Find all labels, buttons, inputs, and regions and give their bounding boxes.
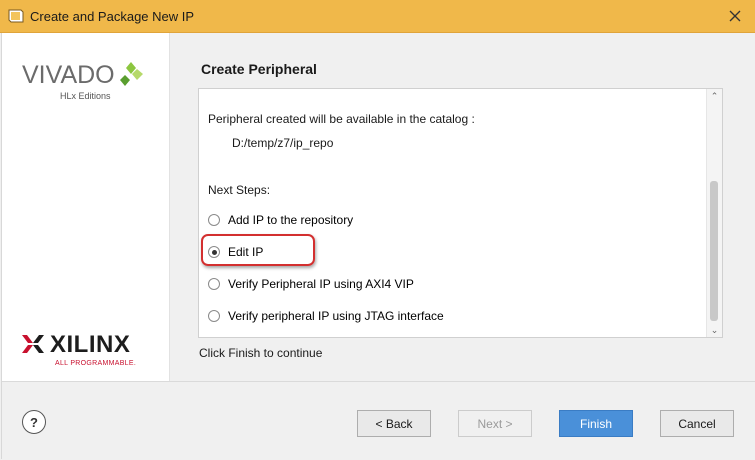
repo-path: D:/temp/z7/ip_repo (232, 136, 334, 150)
radio-button-selected[interactable] (208, 246, 220, 258)
scroll-up-icon[interactable]: ⌃ (707, 89, 722, 103)
option-verify-jtag[interactable]: Verify peripheral IP using JTAG interfac… (208, 307, 444, 325)
next-button[interactable]: Next > (458, 410, 532, 437)
close-button[interactable] (721, 4, 749, 28)
vivado-logo: VIVADO HLx Editions (22, 61, 152, 111)
title-bar: Create and Package New IP (0, 0, 755, 33)
option-edit-ip[interactable]: Edit IP (201, 234, 315, 266)
window-title: Create and Package New IP (30, 9, 195, 24)
next-steps-label: Next Steps: (208, 183, 271, 197)
xilinx-tagline: ALL PROGRAMMABLE. (55, 360, 137, 367)
scroll-down-icon[interactable]: ⌄ (707, 323, 722, 337)
vertical-scrollbar[interactable]: ⌃ ⌄ (706, 89, 722, 337)
option-label: Add IP to the repository (228, 213, 354, 227)
dialog-body: VIVADO HLx Editions XILINX ALL PROGRAMMA… (1, 33, 755, 459)
finish-button[interactable]: Finish (559, 410, 633, 437)
cancel-button[interactable]: Cancel (660, 410, 734, 437)
back-button[interactable]: < Back (357, 410, 431, 437)
radio-button[interactable] (208, 310, 220, 322)
app-icon (8, 9, 24, 23)
option-label: Verify peripheral IP using JTAG interfac… (228, 309, 444, 323)
branding-panel: VIVADO HLx Editions XILINX ALL PROGRAMMA… (2, 33, 170, 381)
vivado-wordmark: VIVADO (22, 61, 115, 89)
scroll-thumb[interactable] (710, 181, 718, 321)
option-label: Verify Peripheral IP using AXI4 VIP (228, 277, 414, 291)
close-icon (729, 10, 741, 22)
option-verify-axi4-vip[interactable]: Verify Peripheral IP using AXI4 VIP (208, 275, 414, 293)
xilinx-mark-icon (22, 335, 44, 353)
xilinx-logo: XILINX ALL PROGRAMMABLE. (22, 331, 152, 371)
content-box: Peripheral created will be available in … (198, 88, 723, 338)
vivado-edition: HLx Editions (60, 91, 111, 101)
option-add-ip-to-repository[interactable]: Add IP to the repository (208, 211, 353, 229)
page-title: Create Peripheral (201, 61, 317, 77)
content-panel: Create Peripheral Peripheral created wil… (170, 33, 755, 381)
button-bar: ? < Back Next > Finish Cancel (2, 381, 755, 459)
radio-button[interactable] (208, 278, 220, 290)
help-button[interactable]: ? (22, 410, 46, 434)
radio-button[interactable] (208, 214, 220, 226)
xilinx-wordmark: XILINX (50, 331, 131, 358)
info-text: Peripheral created will be available in … (208, 112, 475, 126)
vivado-leaf-icon (120, 62, 143, 86)
hint-text: Click Finish to continue (199, 346, 323, 360)
